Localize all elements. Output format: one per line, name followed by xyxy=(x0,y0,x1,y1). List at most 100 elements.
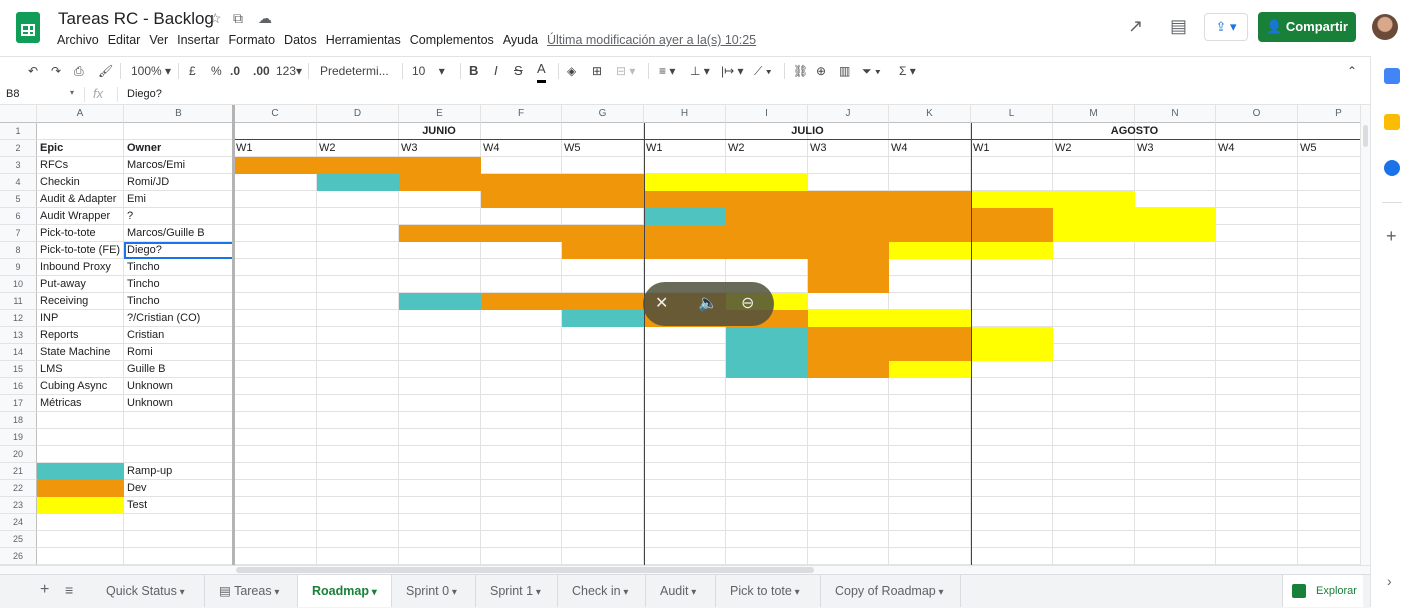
cell[interactable] xyxy=(317,361,399,378)
row-header[interactable]: 13 xyxy=(0,327,37,344)
cell[interactable] xyxy=(1298,174,1360,191)
row-header[interactable]: 25 xyxy=(0,531,37,548)
cell[interactable] xyxy=(1053,327,1135,344)
cell[interactable] xyxy=(1135,412,1216,429)
column-header[interactable]: A xyxy=(37,105,124,123)
cell[interactable] xyxy=(317,191,399,208)
cell[interactable] xyxy=(1216,157,1298,174)
cell[interactable] xyxy=(971,531,1053,548)
column-header[interactable]: D xyxy=(317,105,399,123)
cell[interactable] xyxy=(1216,497,1298,514)
cell[interactable] xyxy=(971,514,1053,531)
cell[interactable] xyxy=(124,429,234,446)
gantt-bar-dev[interactable] xyxy=(481,191,971,208)
cell[interactable] xyxy=(644,344,726,361)
sheet-tab-0[interactable]: Quick Status ▾ xyxy=(92,575,205,607)
gantt-bar-ramp[interactable] xyxy=(644,208,726,225)
cell[interactable] xyxy=(889,293,971,310)
cell[interactable] xyxy=(481,514,562,531)
task-owner[interactable]: Guille B xyxy=(124,361,234,377)
cell[interactable] xyxy=(481,242,562,259)
task-owner[interactable]: Cristian xyxy=(124,327,234,343)
cell[interactable] xyxy=(726,446,808,463)
cell[interactable] xyxy=(1135,327,1216,344)
gantt-bar-test[interactable] xyxy=(1053,225,1216,242)
gantt-bar-test[interactable] xyxy=(971,191,1135,208)
sheet-tab-8[interactable]: Copy of Roadmap ▾ xyxy=(821,575,961,607)
cell[interactable] xyxy=(1135,514,1216,531)
task-epic[interactable]: Checkin xyxy=(37,174,124,190)
cell[interactable] xyxy=(1298,548,1360,565)
cell[interactable] xyxy=(808,412,889,429)
cell[interactable] xyxy=(481,157,562,174)
row-header[interactable]: 24 xyxy=(0,514,37,531)
gantt-bar-dev[interactable] xyxy=(808,276,889,293)
cell[interactable] xyxy=(1216,548,1298,565)
column-header[interactable]: M xyxy=(1053,105,1135,123)
cell[interactable] xyxy=(317,514,399,531)
row-header[interactable]: 20 xyxy=(0,446,37,463)
cell[interactable] xyxy=(971,412,1053,429)
cell[interactable] xyxy=(1053,497,1135,514)
cell[interactable] xyxy=(1298,293,1360,310)
cell[interactable] xyxy=(562,276,644,293)
gantt-bar-dev[interactable] xyxy=(234,157,481,174)
cell[interactable] xyxy=(234,514,317,531)
cell[interactable] xyxy=(889,480,971,497)
bold-button[interactable]: B xyxy=(469,62,478,80)
gantt-bar-dev[interactable] xyxy=(562,242,889,259)
print-icon[interactable]: ⎙ xyxy=(74,62,84,80)
cell[interactable] xyxy=(971,259,1053,276)
cell[interactable] xyxy=(889,531,971,548)
row-header[interactable]: 17 xyxy=(0,395,37,412)
gantt-bar-test[interactable] xyxy=(971,327,1053,344)
cell[interactable] xyxy=(562,548,644,565)
cell[interactable] xyxy=(562,514,644,531)
gantt-bar-dev[interactable] xyxy=(808,259,889,276)
chevron-down-icon[interactable]: ▾ xyxy=(272,587,279,598)
spreadsheet-grid[interactable]: A B C D E F G H I J K L M N O P 1 2 3 4 5 6 7 8 9 10 11 12 13 14 15 16 1… xyxy=(0,105,1360,565)
menu-item-1[interactable]: Editar xyxy=(108,33,141,47)
cell[interactable] xyxy=(317,327,399,344)
task-epic[interactable]: Pick-to-tote xyxy=(37,225,124,241)
column-header[interactable]: I xyxy=(726,105,808,123)
cell[interactable] xyxy=(808,378,889,395)
gantt-bar-test[interactable] xyxy=(808,310,971,327)
cell[interactable] xyxy=(1053,446,1135,463)
column-header[interactable]: E xyxy=(399,105,481,123)
cell[interactable] xyxy=(808,548,889,565)
gantt-bar-dev[interactable] xyxy=(808,361,889,378)
horizontal-align-icon[interactable]: ≡ ▾ xyxy=(659,62,675,80)
row-header[interactable]: 26 xyxy=(0,548,37,565)
task-epic[interactable]: INP xyxy=(37,310,124,326)
task-owner[interactable]: ? xyxy=(124,208,234,224)
cell[interactable] xyxy=(1135,157,1216,174)
cell[interactable] xyxy=(644,514,726,531)
row-header[interactable]: 7 xyxy=(0,225,37,242)
cell[interactable] xyxy=(124,412,234,429)
cell[interactable] xyxy=(481,361,562,378)
cell[interactable] xyxy=(1216,208,1298,225)
text-rotation-icon[interactable]: ⟋ ▾ xyxy=(754,62,772,80)
cell[interactable] xyxy=(1216,344,1298,361)
cell[interactable] xyxy=(644,480,726,497)
more-formats-select[interactable]: 123▾ xyxy=(276,62,302,80)
cell[interactable] xyxy=(234,293,317,310)
cell[interactable] xyxy=(1298,327,1360,344)
cell[interactable] xyxy=(1135,259,1216,276)
cell[interactable] xyxy=(971,157,1053,174)
cell[interactable] xyxy=(644,259,726,276)
zoom-select[interactable]: 100% ▾ xyxy=(131,62,171,80)
functions-button[interactable]: Σ ▾ xyxy=(899,62,916,80)
cell[interactable] xyxy=(234,463,317,480)
cell[interactable] xyxy=(1135,497,1216,514)
cell[interactable] xyxy=(889,497,971,514)
cell[interactable] xyxy=(808,157,889,174)
cell[interactable] xyxy=(234,310,317,327)
collapse-toolbar-icon[interactable]: ⌃ xyxy=(1347,62,1357,80)
cell[interactable] xyxy=(1135,344,1216,361)
cell[interactable] xyxy=(317,310,399,327)
cell[interactable] xyxy=(726,412,808,429)
cell[interactable] xyxy=(124,123,234,140)
row-header[interactable]: 16 xyxy=(0,378,37,395)
